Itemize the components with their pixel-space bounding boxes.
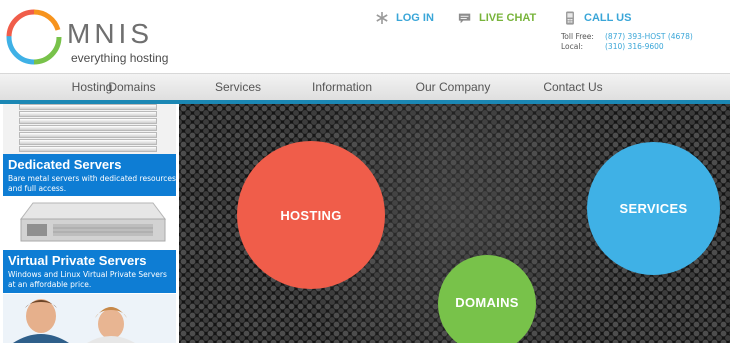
server-unit-image bbox=[3, 197, 176, 250]
nav-item-services[interactable]: Services bbox=[180, 74, 296, 101]
phone-numbers: Toll Free: (877) 393-HOST (4678) Local: … bbox=[561, 32, 693, 52]
toll-free-number[interactable]: (877) 393-HOST (4678) bbox=[605, 32, 693, 42]
local-number[interactable]: (310) 316-9600 bbox=[605, 42, 664, 52]
logo-name: MNIS bbox=[67, 18, 153, 49]
domains-circle[interactable]: DOMAINS bbox=[438, 255, 536, 343]
nav-item-domains[interactable]: Domains bbox=[92, 74, 172, 101]
phone-icon bbox=[566, 11, 574, 25]
nav-item-information[interactable]: Information bbox=[296, 74, 388, 101]
promo-desc: Bare metal servers with dedicated resour… bbox=[8, 174, 176, 193]
toll-free-label: Toll Free: bbox=[561, 32, 594, 41]
hero-banner: HOSTING SERVICES DOMAINS bbox=[179, 104, 730, 343]
call-us-link[interactable]: CALL US bbox=[563, 10, 631, 26]
logo-ring-icon bbox=[6, 9, 62, 65]
server-rack-image bbox=[3, 104, 176, 154]
team-photo bbox=[3, 294, 176, 343]
sidebar: Dedicated Servers Bare metal servers wit… bbox=[0, 104, 179, 343]
promo-title: Dedicated Servers bbox=[8, 157, 122, 172]
login-link[interactable]: LOG IN bbox=[375, 10, 434, 26]
local-label: Local: bbox=[561, 42, 583, 51]
promo-virtual-private-servers[interactable]: Virtual Private Servers Windows and Linu… bbox=[3, 197, 176, 293]
live-chat-label: LIVE CHAT bbox=[479, 12, 537, 24]
promo-title: Virtual Private Servers bbox=[8, 253, 147, 268]
promo-dedicated-servers[interactable]: Dedicated Servers Bare metal servers wit… bbox=[3, 104, 176, 196]
asterisk-icon bbox=[376, 12, 388, 24]
call-us-label: CALL US bbox=[584, 12, 632, 24]
main-nav: Hosting Domains Services Information Our… bbox=[0, 73, 730, 101]
chat-bubble-icon bbox=[458, 13, 471, 24]
services-circle[interactable]: SERVICES bbox=[587, 142, 720, 275]
promo-box: Virtual Private Servers Windows and Linu… bbox=[3, 250, 176, 293]
logo-tagline: everything hosting bbox=[71, 51, 169, 65]
hosting-circle[interactable]: HOSTING bbox=[237, 141, 385, 289]
nav-item-our-company[interactable]: Our Company bbox=[388, 74, 518, 101]
nav-item-contact-us[interactable]: Contact Us bbox=[518, 74, 628, 101]
live-chat-link[interactable]: LIVE CHAT bbox=[458, 10, 536, 26]
site-header: MNIS everything hosting LOG IN LIVE CHAT… bbox=[0, 0, 730, 73]
promo-desc: Windows and Linux Virtual Private Server… bbox=[8, 270, 167, 289]
login-label: LOG IN bbox=[396, 12, 434, 24]
site-logo[interactable]: MNIS everything hosting bbox=[3, 6, 193, 68]
promo-support-team[interactable] bbox=[3, 294, 176, 343]
promo-box: Dedicated Servers Bare metal servers wit… bbox=[3, 154, 176, 196]
